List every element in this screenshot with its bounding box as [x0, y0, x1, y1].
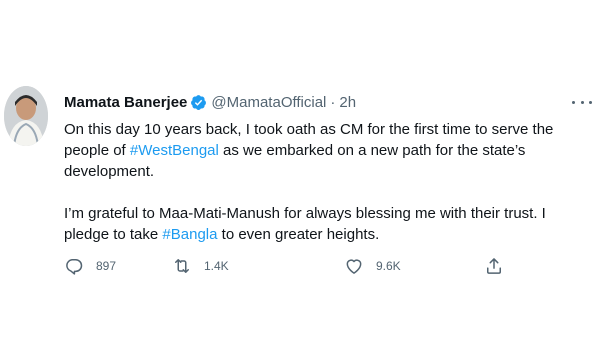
share-button[interactable]	[484, 254, 504, 278]
more-horizontal-icon[interactable]	[572, 94, 592, 110]
separator-dot: ·	[330, 93, 336, 111]
tweet-paragraph-1: On this day 10 years back, I took oath a…	[64, 119, 594, 182]
avatar[interactable]	[4, 86, 48, 146]
author-handle[interactable]: @MamataOfficial	[211, 94, 326, 111]
tweet-text: On this day 10 years back, I took oath a…	[64, 119, 594, 245]
verified-badge-icon	[191, 94, 207, 110]
reply-icon	[66, 259, 83, 275]
tweet-paragraph-2: I’m grateful to Maa-Mati-Manush for alwa…	[64, 203, 594, 245]
text-segment: to even greater heights.	[217, 226, 380, 243]
tweet-timestamp[interactable]: 2h	[339, 94, 356, 111]
author-name[interactable]: Mamata Banerjee	[64, 94, 187, 111]
retweet-icon	[175, 259, 189, 273]
like-button[interactable]: 9.6K	[344, 254, 401, 278]
retweet-count: 1.4K	[204, 259, 229, 273]
share-icon	[487, 258, 501, 274]
hashtag-westbengal[interactable]: #WestBengal	[130, 142, 219, 159]
more-dot	[580, 100, 584, 104]
heart-icon	[346, 259, 362, 274]
reply-count: 897	[96, 259, 117, 273]
tweet-header: Mamata Banerjee @MamataOfficial · 2h	[64, 92, 356, 112]
tweet-card[interactable]: Mamata Banerjee @MamataOfficial · 2h On …	[0, 0, 600, 338]
tweet-actions: 897 1.4K 9.6K	[64, 254, 514, 278]
more-dot	[589, 100, 592, 104]
like-count: 9.6K	[376, 259, 401, 273]
reply-button[interactable]: 897	[64, 254, 116, 278]
hashtag-bangla[interactable]: #Bangla	[162, 226, 217, 243]
retweet-button[interactable]: 1.4K	[172, 254, 229, 278]
more-dot	[572, 100, 575, 104]
